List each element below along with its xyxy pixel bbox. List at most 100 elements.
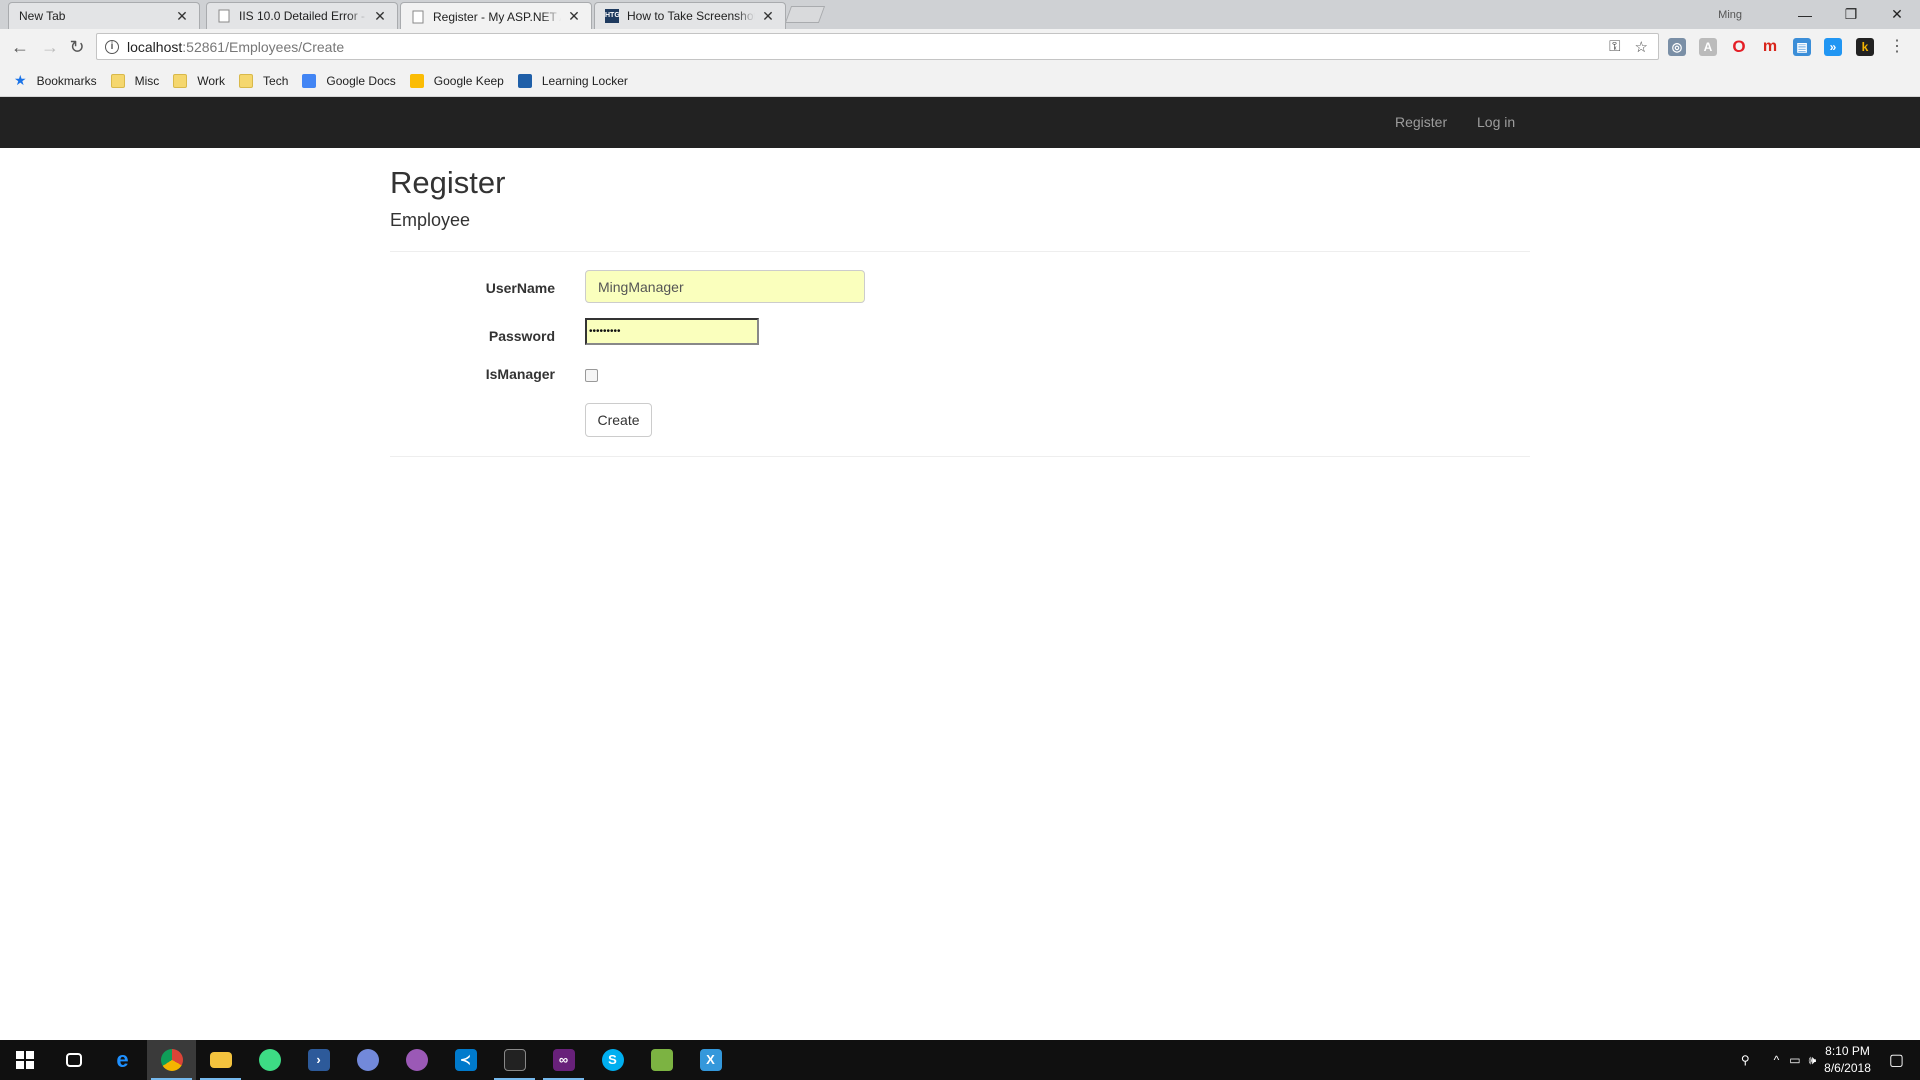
forward-arrow-icon[interactable]: →	[39, 36, 61, 58]
page-icon	[412, 10, 424, 23]
restore-button[interactable]: ❐	[1828, 6, 1874, 23]
close-icon[interactable]: ✕	[373, 8, 387, 25]
site-navbar: Register Log in	[0, 97, 1920, 148]
chevron-up-icon[interactable]: ^	[1774, 1053, 1780, 1067]
browser-toolbar: ← → ↻ i localhost :52861/Employees/Creat…	[0, 29, 1920, 65]
skype-icon[interactable]: S	[588, 1040, 637, 1080]
page-content: Register Employee UserName MingManager P…	[390, 148, 1530, 457]
edge-icon[interactable]: e	[98, 1040, 147, 1080]
xamarin-icon[interactable]: X	[686, 1040, 735, 1080]
task-view-icon[interactable]	[49, 1040, 98, 1080]
people-icon[interactable]: ⚲	[1741, 1053, 1750, 1067]
clock-date: 8/6/2018	[1824, 1061, 1871, 1075]
reload-icon[interactable]: ↻	[66, 36, 88, 58]
footer-divider	[390, 456, 1530, 457]
password-input[interactable]: •••••••••	[585, 318, 759, 345]
bookmark-label: Bookmarks	[36, 73, 97, 88]
bookmark-work[interactable]: Work	[173, 73, 226, 88]
close-icon[interactable]: ✕	[175, 8, 189, 25]
bookmark-label: Misc	[134, 73, 160, 88]
clock-time: 8:10 PM	[1825, 1044, 1870, 1058]
google-docs-icon	[302, 73, 317, 88]
powershell-icon[interactable]: ›	[294, 1040, 343, 1080]
learning-locker-icon	[517, 73, 532, 88]
divider	[390, 251, 1530, 252]
tab-title: How to Take Screenshots	[627, 9, 755, 23]
android-studio-icon[interactable]	[245, 1040, 294, 1080]
nav-login-link[interactable]: Log in	[1477, 114, 1515, 130]
bookmark-label: Work	[197, 73, 226, 88]
bookmark-label: Learning Locker	[541, 73, 628, 88]
tab-htg[interactable]: HTG How to Take Screenshots ✕	[594, 2, 786, 29]
app-purple-icon[interactable]	[392, 1040, 441, 1080]
google-keep-icon	[409, 73, 424, 88]
bookmark-label: Tech	[263, 73, 289, 88]
tab-title: New Tab	[19, 9, 66, 23]
bookmarks-bar: ★ Bookmarks Misc Work Tech Google Docs G…	[0, 65, 1920, 97]
close-icon[interactable]: ✕	[567, 8, 581, 25]
bookmark-learning-locker[interactable]: Learning Locker	[517, 73, 628, 88]
visual-studio-icon[interactable]: ∞	[539, 1040, 588, 1080]
file-explorer-icon[interactable]	[196, 1040, 245, 1080]
extension-arrow-icon[interactable]: »	[1824, 38, 1842, 56]
ismanager-checkbox[interactable]	[585, 369, 598, 382]
folder-icon	[110, 73, 125, 88]
discord-icon[interactable]	[343, 1040, 392, 1080]
username-label: UserName	[485, 280, 555, 296]
minimize-button[interactable]: —	[1782, 7, 1828, 23]
bookmark-label: Google Keep	[433, 73, 504, 88]
star-icon: ★	[14, 72, 27, 88]
profile-name[interactable]: Ming	[1718, 9, 1742, 21]
m-extension-icon[interactable]: m	[1761, 38, 1779, 56]
address-bar[interactable]: i localhost :52861/Employees/Create ⚿ ☆	[96, 33, 1659, 60]
windows-start-icon[interactable]	[0, 1040, 49, 1080]
volume-icon[interactable]: 🕪	[1809, 1053, 1817, 1068]
terminal-icon[interactable]	[490, 1040, 539, 1080]
taskbar: e › ≺ ∞ S X ⚲ ^ ▭ 🕪 8:10 PM 8/6/2018 ▢	[0, 1040, 1920, 1080]
close-window-button[interactable]: ✕	[1874, 6, 1920, 23]
create-button[interactable]: Create	[585, 403, 652, 437]
new-tab-button[interactable]	[784, 6, 826, 23]
page-title: Register	[390, 165, 506, 200]
bookmark-tech[interactable]: Tech	[239, 73, 289, 88]
back-arrow-icon[interactable]: ←	[9, 36, 31, 58]
network-icon[interactable]: ▭	[1789, 1053, 1800, 1067]
menu-dots-icon[interactable]: ⋮	[1886, 36, 1908, 58]
username-input[interactable]: MingManager	[585, 270, 865, 303]
tab-iis-error[interactable]: IIS 10.0 Detailed Error - 5 ✕	[206, 2, 398, 29]
bookmark-misc[interactable]: Misc	[110, 73, 160, 88]
close-icon[interactable]: ✕	[761, 8, 775, 25]
tab-new-tab[interactable]: New Tab ✕	[8, 2, 200, 29]
system-tray: ⚲ ^ ▭ 🕪 8:10 PM 8/6/2018 ▢	[1741, 1040, 1920, 1080]
tab-title: IIS 10.0 Detailed Error - 5	[239, 9, 367, 23]
opera-icon[interactable]: O	[1730, 38, 1748, 56]
notification-icon[interactable]: ▢	[1889, 1050, 1904, 1070]
htg-icon: HTG	[605, 9, 620, 23]
bookmark-google-keep[interactable]: Google Keep	[409, 73, 504, 88]
tab-title: Register - My ASP.NET Ap	[433, 9, 561, 24]
url-host: localhost	[127, 38, 183, 55]
url-path: :52861/Employees/Create	[182, 38, 345, 55]
nav-register-link[interactable]: Register	[1395, 114, 1447, 130]
bookmark-bookmarks[interactable]: ★ Bookmarks	[14, 72, 97, 89]
clock[interactable]: 8:10 PM 8/6/2018	[1824, 1043, 1871, 1077]
vscode-icon[interactable]: ≺	[441, 1040, 490, 1080]
ismanager-label: IsManager	[485, 366, 555, 382]
bookmark-google-docs[interactable]: Google Docs	[302, 73, 396, 88]
page-icon	[218, 9, 230, 23]
chrome-icon[interactable]	[147, 1040, 196, 1080]
folder-icon	[173, 73, 188, 88]
extension-icon[interactable]: ◎	[1668, 38, 1686, 56]
info-icon[interactable]: i	[105, 39, 119, 54]
notepad-icon[interactable]	[637, 1040, 686, 1080]
tab-strip: New Tab ✕ IIS 10.0 Detailed Error - 5 ✕ …	[0, 0, 1920, 30]
extension-blue-icon[interactable]: ▤	[1793, 38, 1811, 56]
star-icon[interactable]: ☆	[1635, 38, 1648, 56]
tab-register[interactable]: Register - My ASP.NET Ap ✕	[400, 2, 592, 30]
extension-a-icon[interactable]: A	[1699, 38, 1717, 56]
bookmark-label: Google Docs	[326, 73, 396, 88]
page-subtitle: Employee	[390, 210, 471, 230]
password-label: Password	[488, 328, 555, 344]
key-icon[interactable]: ⚿	[1609, 38, 1620, 56]
k-extension-icon[interactable]: k	[1856, 38, 1874, 56]
